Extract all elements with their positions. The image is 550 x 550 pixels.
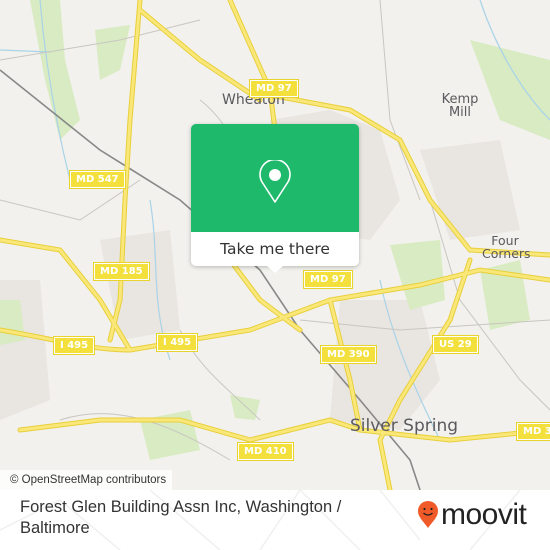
route-shield-us29: US 29 [432,335,479,354]
moovit-wordmark: moovit [441,498,527,531]
place-label-kemp-mill: Kemp Mill [441,92,479,120]
route-shield-i495-west: I 495 [52,336,96,355]
route-shield-md547: MD 547 [69,170,126,189]
moovit-logo[interactable]: moovit [417,498,527,531]
take-me-there-button[interactable]: Take me there [191,232,359,266]
route-shield-md97-south: MD 97 [303,270,353,289]
popup-pointer [267,266,283,273]
popup-header [191,124,359,232]
route-shield-md390: MD 390 [320,345,377,364]
route-shield-md185: MD 185 [93,262,150,281]
route-shield-i495-east: I 495 [155,333,199,352]
map-pin-icon [259,160,291,203]
location-popup: Take me there [191,124,359,273]
map-view[interactable]: Wheaton Kemp Mill Four Corners Silver Sp… [0,0,550,490]
place-label-silver-spring: Silver Spring [350,416,459,436]
place-label-four-corners: Four Corners [482,233,531,261]
footer: Forest Glen Building Assn Inc, Washingto… [0,490,550,550]
route-shield-md32: MD 32 [516,422,550,441]
route-shield-md97-north: MD 97 [249,79,299,98]
route-shield-md410: MD 410 [237,442,294,461]
moovit-pin-icon [418,501,438,528]
location-title: Forest Glen Building Assn Inc, Washingto… [20,498,342,537]
map-attribution[interactable]: © OpenStreetMap contributors [0,470,173,490]
